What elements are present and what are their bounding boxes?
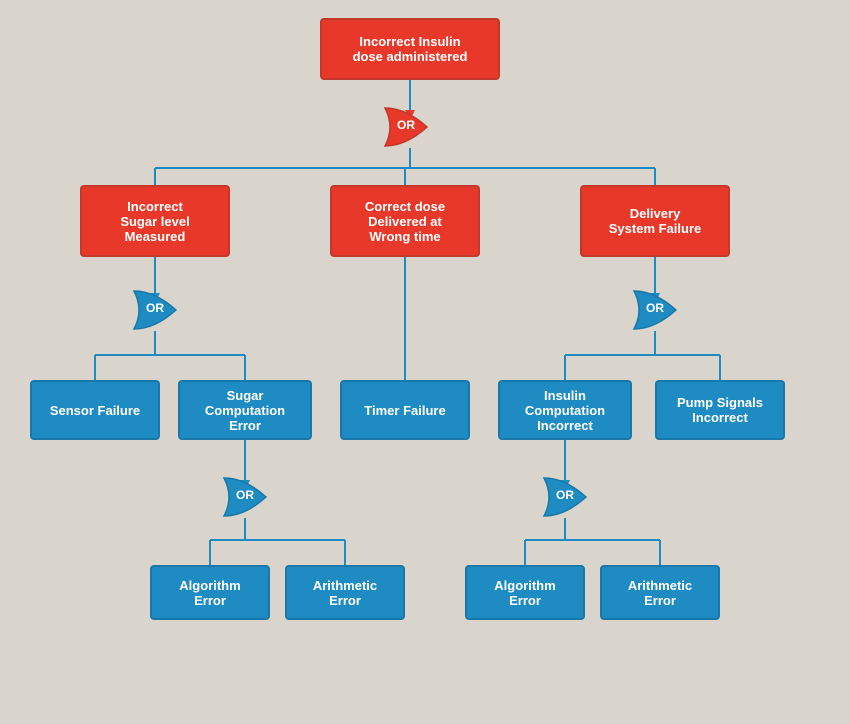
node-delivery-failure: Delivery System Failure bbox=[580, 185, 730, 257]
node-delivery-failure-label: Delivery System Failure bbox=[609, 206, 702, 236]
node-arithmetic-error-1: Arithmetic Error bbox=[285, 565, 405, 620]
node-algorithm-error-2: Algorithm Error bbox=[465, 565, 585, 620]
root-label: Incorrect Insulin dose administered bbox=[353, 34, 468, 64]
node-pump-signals-label: Pump Signals Incorrect bbox=[677, 395, 763, 425]
or-gate-1: OR bbox=[383, 106, 429, 144]
root-node: Incorrect Insulin dose administered bbox=[320, 18, 500, 80]
node-sugar-computation: Sugar Computation Error bbox=[178, 380, 312, 440]
node-timer-failure-label: Timer Failure bbox=[364, 403, 445, 418]
node-algorithm-error-1: Algorithm Error bbox=[150, 565, 270, 620]
node-algorithm-error-1-label: Algorithm Error bbox=[179, 578, 240, 608]
node-sensor-failure-label: Sensor Failure bbox=[50, 403, 140, 418]
node-pump-signals: Pump Signals Incorrect bbox=[655, 380, 785, 440]
node-arithmetic-error-1-label: Arithmetic Error bbox=[313, 578, 377, 608]
or-gate-4: OR bbox=[222, 476, 268, 514]
node-insulin-computation: Insulin Computation Incorrect bbox=[498, 380, 632, 440]
or-gate-3: OR bbox=[632, 289, 678, 327]
node-arithmetic-error-2: Arithmetic Error bbox=[600, 565, 720, 620]
node-sugar-computation-label: Sugar Computation Error bbox=[205, 388, 285, 433]
node-sensor-failure: Sensor Failure bbox=[30, 380, 160, 440]
node-algorithm-error-2-label: Algorithm Error bbox=[494, 578, 555, 608]
or-gate-2: OR bbox=[132, 289, 178, 327]
node-insulin-computation-label: Insulin Computation Incorrect bbox=[525, 388, 605, 433]
fault-tree-diagram: Incorrect Insulin dose administered OR I… bbox=[0, 0, 849, 724]
node-correct-dose-label: Correct dose Delivered at Wrong time bbox=[365, 199, 445, 244]
node-arithmetic-error-2-label: Arithmetic Error bbox=[628, 578, 692, 608]
or-gate-5: OR bbox=[542, 476, 588, 514]
node-incorrect-sugar: Incorrect Sugar level Measured bbox=[80, 185, 230, 257]
node-incorrect-sugar-label: Incorrect Sugar level Measured bbox=[120, 199, 189, 244]
node-timer-failure: Timer Failure bbox=[340, 380, 470, 440]
node-correct-dose: Correct dose Delivered at Wrong time bbox=[330, 185, 480, 257]
